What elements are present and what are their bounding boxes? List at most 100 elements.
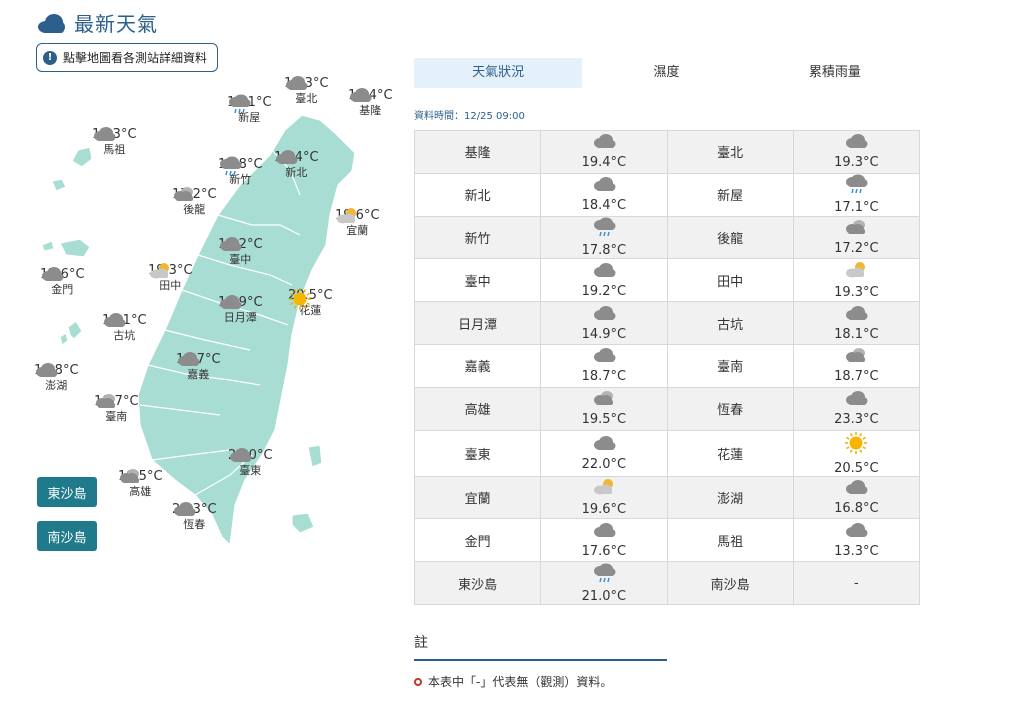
station-value-cell: 23.3°C — [792, 386, 921, 431]
table-row: 高雄 19.5°C 恆春 23.3°C — [413, 386, 921, 431]
station-name-cell: 馬祖 — [666, 518, 794, 563]
dongsha-island-button[interactable]: 東沙島 — [37, 477, 97, 507]
map-station-2[interactable]: 17.1°C新屋 — [227, 94, 272, 125]
station-value-cell: 17.1°C — [792, 172, 921, 217]
cloud-icon — [794, 522, 919, 542]
table-row: 新北 18.4°C 新屋 17.1°C — [413, 172, 921, 217]
station-temperature: 21.0°C — [581, 588, 627, 604]
data-time-label: 資料時間：12/25 09:00 — [414, 111, 525, 122]
station-value-cell: 14.9°C — [540, 301, 668, 345]
map-station-18[interactable]: 19.5°C 高雄 — [118, 468, 163, 499]
map-station-1[interactable]: 19.4°C基隆 — [348, 87, 393, 118]
cloud-icon — [794, 133, 919, 153]
note-divider — [414, 659, 667, 661]
station-name: 新北 — [285, 166, 308, 179]
station-value-cell: 19.2°C — [540, 258, 668, 303]
map-station-13[interactable]: 18.1°C古坑 — [102, 312, 147, 343]
tab-accumulated-rainfall[interactable]: 累積雨量 — [751, 58, 919, 88]
station-value-cell: 18.1°C — [792, 301, 921, 345]
map-station-6[interactable]: 17.2°C 後龍 — [172, 186, 217, 217]
station-temperature: 17.2°C — [834, 240, 879, 256]
station-temperature: 17.1°C — [834, 200, 879, 216]
page-header: 最新天氣 — [36, 8, 158, 37]
map-station-4[interactable]: 17.8°C新竹 — [218, 156, 263, 187]
sun-icon — [794, 431, 919, 459]
station-value-cell: 19.5°C — [540, 386, 668, 431]
table-row: 嘉義 18.7°C 臺南 18.7°C — [413, 343, 921, 388]
map-station-16[interactable]: 18.7°C 臺南 — [94, 393, 139, 424]
station-value-cell: 17.2°C — [792, 215, 921, 260]
station-temperature: 16.8°C — [834, 500, 879, 516]
map-station-17[interactable]: 22.0°C臺東 — [228, 447, 273, 478]
station-name-cell: 後龍 — [666, 215, 794, 260]
rain-icon — [541, 217, 666, 241]
station-name: 澎湖 — [45, 379, 68, 392]
weather-tabs: 天氣狀況 濕度 累積雨量 — [414, 58, 919, 88]
cloud-icon — [794, 390, 919, 410]
station-name-cell: 南沙島 — [666, 561, 794, 605]
station-value-cell: 16.8°C — [792, 475, 921, 520]
map-station-19[interactable]: 23.3°C恆春 — [172, 501, 217, 532]
map-station-10[interactable]: 19.3°C 田中 — [148, 262, 193, 293]
station-value-cell: 22.0°C — [540, 429, 668, 477]
station-name-cell: 東沙島 — [413, 561, 542, 605]
map-station-7[interactable]: 19.6°C 宜蘭 — [335, 207, 380, 238]
table-row: 金門 17.6°C 馬祖 13.3°C — [413, 518, 921, 563]
station-name-cell: 臺北 — [666, 130, 794, 174]
tab-weather-condition[interactable]: 天氣狀況 — [414, 58, 583, 88]
cloud-icon — [541, 305, 666, 325]
nansha-island-button[interactable]: 南沙島 — [37, 521, 97, 551]
map-station-12[interactable]: 14.9°C日月潭 — [218, 294, 263, 325]
station-temperature: 22.0°C — [581, 456, 627, 472]
info-icon: ! — [43, 50, 57, 65]
station-name-cell: 金門 — [413, 518, 542, 563]
station-value-cell: 13.3°C — [792, 518, 921, 563]
station-value-cell: 19.4°C — [540, 130, 668, 174]
map-detail-button[interactable]: ! 點擊地圖看各測站詳細資料 — [36, 43, 219, 72]
bullet-icon — [414, 677, 422, 686]
station-name-cell: 花蓮 — [666, 429, 794, 477]
cloud-icon — [541, 176, 666, 196]
table-row: 日月潭 14.9°C 古坑 18.1°C — [413, 301, 921, 345]
table-row: 宜蘭 19.6°C 澎湖 16.8°C — [413, 475, 921, 520]
map-station-9[interactable]: 17.6°C金門 — [40, 266, 85, 297]
station-temperature: 19.4°C — [581, 155, 627, 171]
table-row: 臺東 22.0°C 花蓮 20.5°C — [413, 429, 921, 477]
station-name: 田中 — [159, 279, 182, 292]
page-title: 最新天氣 — [74, 12, 158, 36]
map-station-8[interactable]: 19.2°C臺中 — [218, 236, 263, 267]
station-name-cell: 臺南 — [666, 343, 794, 388]
map-station-15[interactable]: 16.8°C澎湖 — [34, 362, 79, 393]
map-station-5[interactable]: 18.4°C新北 — [274, 149, 319, 180]
table-row: 基隆 19.4°C 臺北 19.3°C — [413, 130, 921, 174]
map-station-0[interactable]: 19.3°C臺北 — [284, 75, 329, 106]
station-name: 後龍 — [183, 203, 206, 216]
station-name: 古坑 — [113, 329, 136, 342]
table-row: 新竹 17.8°C 後龍 17.2°C — [413, 215, 921, 260]
map-station-14[interactable]: 18.7°C嘉義 — [176, 351, 221, 382]
note-title: 註 — [414, 635, 428, 651]
map-station-11[interactable]: 20.5°C 花蓮 — [288, 287, 333, 318]
station-name-cell: 高雄 — [413, 386, 542, 431]
table-row: 臺中 19.2°C 田中 19.3°C — [413, 258, 921, 303]
tab-humidity[interactable]: 濕度 — [582, 58, 750, 88]
station-temperature: 18.4°C — [581, 198, 627, 214]
station-temperature: 13.3°C — [834, 543, 879, 559]
station-name: 臺南 — [105, 410, 128, 423]
overcast-icon — [541, 390, 666, 410]
table-row: 東沙島 21.0°C 南沙島 - — [413, 561, 921, 605]
station-name: 基隆 — [359, 104, 382, 117]
cloud-icon — [541, 133, 666, 153]
station-name-cell: 嘉義 — [413, 343, 542, 388]
rain-icon — [541, 563, 666, 587]
station-name: 臺中 — [229, 253, 252, 266]
station-temperature: 19.5°C — [581, 412, 627, 428]
weather-table: 基隆 19.4°C 臺北 19.3°C 新北 18.4°C 新屋 17.1°C 新竹 17.8°C… — [413, 130, 921, 605]
station-name: 恆春 — [183, 518, 206, 531]
station-name: 嘉義 — [187, 368, 210, 381]
map-station-3[interactable]: 13.3°C馬祖 — [92, 126, 137, 157]
station-value-cell: 18.7°C — [792, 343, 921, 388]
cloud-logo-icon — [38, 13, 65, 33]
cloud-icon — [541, 262, 666, 282]
cloud-icon — [541, 522, 666, 542]
